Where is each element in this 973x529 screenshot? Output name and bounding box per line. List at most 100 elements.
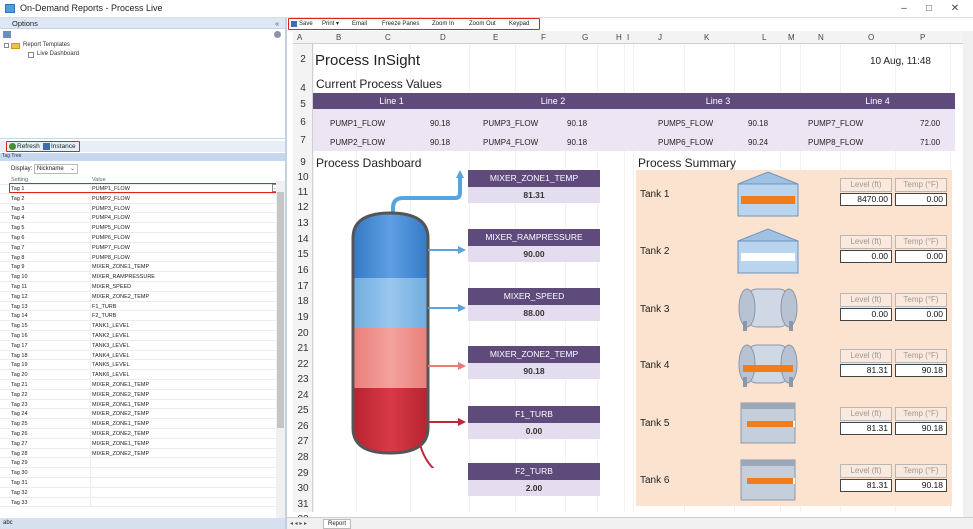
row-header[interactable]: 31 <box>293 499 313 510</box>
table-row[interactable]: Tag 19 TANK5_LEVEL <box>0 361 276 371</box>
row-header[interactable]: 24 <box>293 390 313 401</box>
row-header[interactable]: 13 <box>293 218 313 229</box>
row-header[interactable]: 19 <box>293 312 313 323</box>
row-header[interactable]: 27 <box>293 436 313 447</box>
value-cell[interactable]: PUMP4_FLOW <box>92 214 130 223</box>
table-row[interactable]: Tag 13 F1_TURB <box>0 302 276 312</box>
freeze-panes-button[interactable]: Freeze Panes <box>382 20 419 28</box>
column-header-a[interactable]: A <box>297 33 302 42</box>
value-cell[interactable]: PUMP2_FLOW <box>92 195 130 204</box>
value-cell[interactable]: MIXER_SPEED <box>92 283 131 292</box>
row-header[interactable]: 21 <box>293 343 313 354</box>
column-header-e[interactable]: E <box>493 33 498 42</box>
row-header[interactable]: 4 <box>293 83 313 94</box>
value-cell[interactable]: MIXER_ZONE1_TEMP <box>92 401 149 410</box>
row-header[interactable]: 26 <box>293 421 313 432</box>
column-header-h[interactable]: H <box>616 33 622 42</box>
value-cell[interactable]: TANK6_LEVEL <box>92 371 130 380</box>
table-row[interactable]: Tag 18 TANK4_LEVEL <box>0 351 276 361</box>
table-row[interactable]: Tag 2 PUMP2_FLOW <box>0 194 276 204</box>
value-cell[interactable]: MIXER_ZONE2_TEMP <box>92 450 149 459</box>
value-cell[interactable]: MIXER_ZONE2_TEMP <box>92 410 149 419</box>
value-cell[interactable]: MIXER_ZONE1_TEMP <box>92 381 149 390</box>
tab-nav-arrows[interactable]: ◂ ◂ ▸ ▸ <box>290 520 307 527</box>
row-header[interactable]: 22 <box>293 359 313 370</box>
tree-item-live-dashboard[interactable]: Live Dashboard <box>37 51 79 57</box>
save-button[interactable]: Save <box>299 20 313 28</box>
help-icon[interactable] <box>274 31 281 38</box>
zoom-in-button[interactable]: Zoom In <box>432 20 454 28</box>
value-cell[interactable]: MIXER_ZONE2_TEMP <box>92 430 149 439</box>
value-cell[interactable]: F2_TURB <box>92 312 116 321</box>
table-row[interactable]: Tag 15 TANK1_LEVEL <box>0 322 276 332</box>
table-row[interactable]: Tag 24 MIXER_ZONE2_TEMP <box>0 410 276 420</box>
value-cell[interactable]: MIXER_ZONE1_TEMP <box>92 263 149 272</box>
keypad-button[interactable]: Keypad <box>509 20 529 28</box>
sheet-scrollbar[interactable] <box>963 31 973 517</box>
row-header[interactable]: 2 <box>293 54 313 65</box>
row-header[interactable]: 11 <box>293 187 313 198</box>
column-header-n[interactable]: N <box>818 33 824 42</box>
table-row[interactable]: Tag 9 MIXER_ZONE1_TEMP <box>0 263 276 273</box>
table-row[interactable]: Tag 21 MIXER_ZONE1_TEMP <box>0 381 276 390</box>
zoom-out-button[interactable]: Zoom Out <box>469 20 496 28</box>
row-header[interactable]: 10 <box>293 172 313 183</box>
value-cell[interactable]: PUMP5_FLOW <box>92 224 130 233</box>
column-header-o[interactable]: O <box>868 33 874 42</box>
row-header[interactable]: 17 <box>293 281 313 292</box>
table-row[interactable]: Tag 30 <box>0 469 276 479</box>
table-row[interactable]: Tag 20 TANK6_LEVEL <box>0 371 276 381</box>
table-row[interactable]: Tag 17 TANK3_LEVEL <box>0 341 276 351</box>
row-header[interactable]: 25 <box>293 405 313 416</box>
value-cell[interactable]: MIXER_RAMPRESSURE <box>92 273 155 282</box>
tree-toolbar-icon[interactable] <box>3 31 11 38</box>
table-row[interactable]: Tag 26 MIXER_ZONE2_TEMP <box>0 430 276 439</box>
value-cell[interactable]: MIXER_ZONE1_TEMP <box>92 420 149 429</box>
table-row[interactable]: Tag 10 MIXER_RAMPRESSURE <box>0 273 276 283</box>
value-cell[interactable]: MIXER_ZONE2_TEMP <box>92 293 149 302</box>
value-cell[interactable]: PUMP8_FLOW <box>92 254 130 263</box>
table-row[interactable]: Tag 11 MIXER_SPEED <box>0 283 276 292</box>
left-scrollbar-thumb[interactable] <box>277 192 284 428</box>
value-cell[interactable]: F1_TURB <box>92 303 116 312</box>
row-header[interactable]: 28 <box>293 452 313 463</box>
print-button[interactable]: Print ▾ <box>322 20 339 28</box>
row-header[interactable]: 6 <box>293 117 313 128</box>
table-row[interactable]: Tag 3 PUMP3_FLOW <box>0 204 276 214</box>
table-row[interactable]: Tag 14 F2_TURB <box>0 312 276 322</box>
value-cell[interactable]: TANK1_LEVEL <box>92 322 130 331</box>
column-header-g[interactable]: G <box>582 33 588 42</box>
table-row[interactable]: Tag 32 <box>0 488 276 498</box>
row-header[interactable]: 23 <box>293 374 313 385</box>
row-header[interactable]: 30 <box>293 483 313 494</box>
pane-splitter[interactable] <box>285 18 287 529</box>
value-cell[interactable]: TANK4_LEVEL <box>92 352 130 361</box>
table-row[interactable]: Tag 22 MIXER_ZONE2_TEMP <box>0 390 276 400</box>
table-row[interactable]: Tag 25 MIXER_ZONE1_TEMP <box>0 420 276 430</box>
expand-icon[interactable] <box>4 43 9 48</box>
table-row[interactable]: Tag 28 MIXER_ZONE2_TEMP <box>0 449 276 459</box>
table-row[interactable]: Tag 23 MIXER_ZONE1_TEMP <box>0 400 276 410</box>
maximize-button[interactable]: □ <box>921 2 937 16</box>
table-row[interactable]: Tag 8 PUMP8_FLOW <box>0 253 276 263</box>
value-cell[interactable]: PUMP3_FLOW <box>92 205 130 214</box>
email-button[interactable]: Email <box>352 20 367 28</box>
column-header-i[interactable]: I <box>627 33 629 42</box>
tree-item-report-templates[interactable]: Report Templates <box>23 42 70 48</box>
value-cell[interactable]: TANK3_LEVEL <box>92 342 130 351</box>
value-cell[interactable]: TANK2_LEVEL <box>92 332 130 341</box>
table-row[interactable]: Tag 16 TANK2_LEVEL <box>0 332 276 341</box>
table-row[interactable]: Tag 12 MIXER_ZONE2_TEMP <box>0 292 276 302</box>
column-header-l[interactable]: L <box>762 33 766 42</box>
table-row[interactable]: Tag 6 PUMP6_FLOW <box>0 234 276 243</box>
row-header[interactable]: 18 <box>293 296 313 307</box>
value-cell[interactable]: PUMP6_FLOW <box>92 234 130 243</box>
row-header[interactable]: 9 <box>293 157 313 168</box>
tab-report[interactable]: Report <box>323 519 352 529</box>
row-header[interactable]: 5 <box>293 99 313 110</box>
minimize-button[interactable]: – <box>896 2 912 16</box>
table-row[interactable]: Tag 7 PUMP7_FLOW <box>0 243 276 253</box>
row-header[interactable]: 20 <box>293 328 313 339</box>
column-header-j[interactable]: J <box>658 33 662 42</box>
value-cell[interactable]: PUMP7_FLOW <box>92 244 130 253</box>
